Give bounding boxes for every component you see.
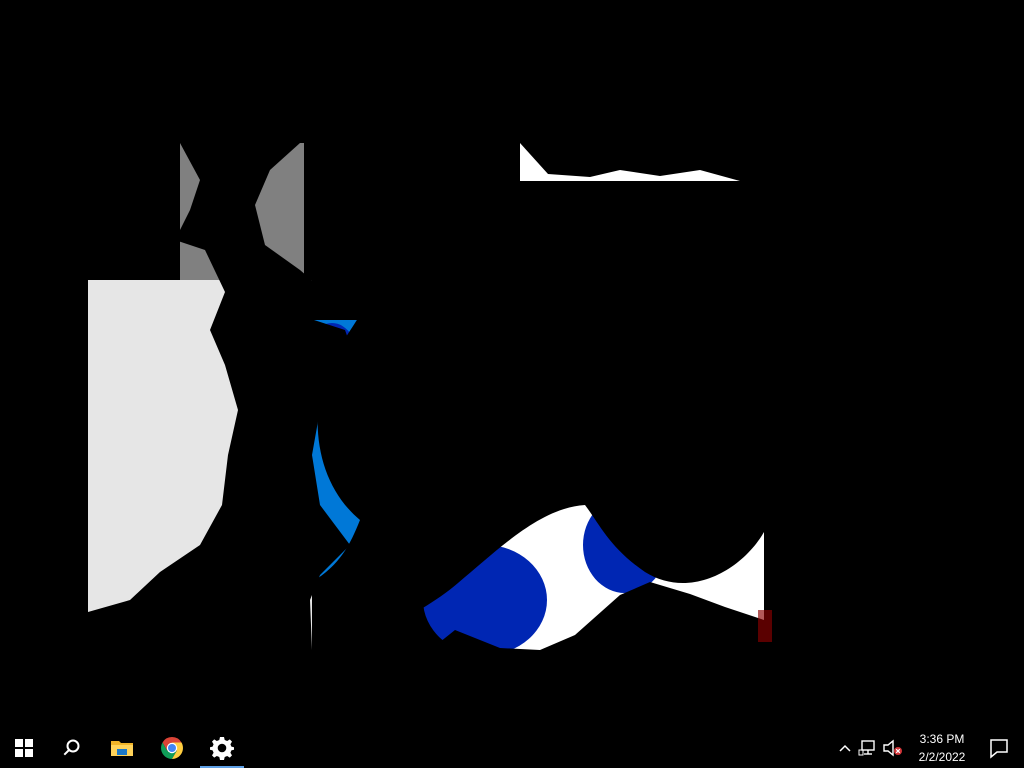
- system-tray: 3:36 PM 2/2/2022: [834, 728, 1024, 768]
- clock-date: 2/2/2022: [918, 750, 966, 764]
- file-explorer-button[interactable]: [98, 728, 146, 768]
- window-artifact-graphic: [0, 0, 1024, 728]
- google-chrome-button[interactable]: [148, 728, 196, 768]
- network-button[interactable]: [856, 728, 880, 768]
- search-icon: [63, 739, 80, 756]
- partially-rendered-window: [0, 0, 1024, 728]
- notification-icon: [990, 739, 1008, 759]
- notification-button[interactable]: [984, 728, 1014, 768]
- settings-button[interactable]: [198, 728, 246, 768]
- taskbar: 3:36 PM 2/2/2022: [0, 728, 1024, 768]
- search-button[interactable]: [48, 728, 96, 768]
- desktop: [0, 0, 1024, 728]
- show-hidden-icons-button[interactable]: [834, 728, 856, 768]
- red-window-artifact: [758, 610, 772, 642]
- network-icon: [858, 740, 875, 756]
- gear-icon: [210, 737, 234, 760]
- desktop-mask-right: [764, 143, 1024, 650]
- chevron-up-icon: [839, 744, 851, 752]
- screen: 3:36 PM 2/2/2022: [0, 0, 1024, 768]
- windows-logo-icon: [15, 739, 33, 757]
- volume-muted-icon: [883, 739, 902, 757]
- start-button[interactable]: [0, 728, 48, 768]
- clock[interactable]: 3:36 PM 2/2/2022: [906, 728, 978, 768]
- volume-button[interactable]: [880, 728, 906, 768]
- desktop-mask-left: [0, 143, 88, 650]
- chrome-icon: [161, 737, 183, 759]
- clock-time: 3:36 PM: [919, 732, 965, 746]
- folder-icon: [111, 741, 133, 756]
